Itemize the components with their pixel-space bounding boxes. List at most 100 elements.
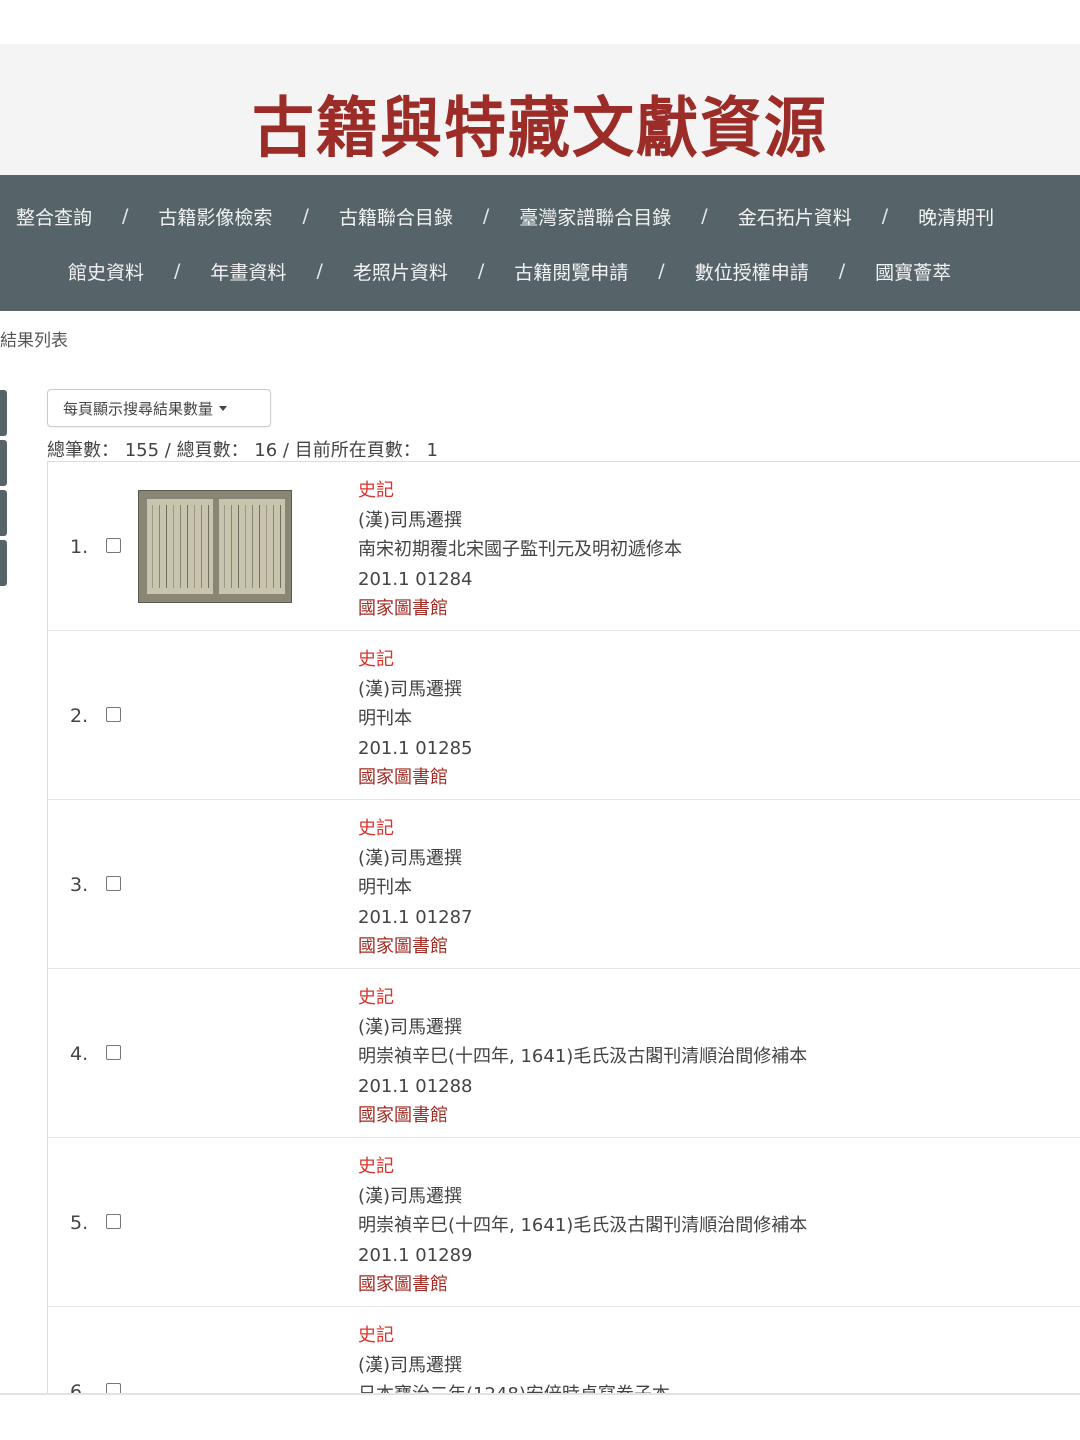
thumbnail-text-column xyxy=(273,505,274,588)
result-title[interactable]: 史記 xyxy=(358,645,473,675)
side-tab[interactable] xyxy=(0,490,7,536)
results-list: 1. 史記 (漢)司馬遷撰 南宋初期覆北宋國子監刊元及明初遞修本 201.1 01284… xyxy=(47,461,1080,1401)
thumbnail-text-column xyxy=(238,505,239,588)
result-index: 4. xyxy=(70,1043,89,1065)
nav-separator: / xyxy=(881,205,889,227)
thumbnail-text-column xyxy=(208,505,209,588)
result-meta: 史記 (漢)司馬遷撰 明崇禎辛巳(十四年, 1641)毛氏汲古閣刊清順治間修補本 20… xyxy=(358,1152,807,1300)
page-size-label: 每頁顯示搜尋結果數量 xyxy=(63,399,214,418)
result-call-number: 201.1 01285 xyxy=(358,737,473,759)
main-nav: 整合查詢 / 古籍影像檢索 / 古籍聯合目錄 / 臺灣家譜聯合目錄 / 金石拓片資料 / 晚清期刊 … xyxy=(0,175,1080,311)
result-library[interactable]: 國家圖書館 xyxy=(358,932,473,962)
thumbnail-text-column xyxy=(245,505,246,588)
result-stats: 總筆數： 155 / 總頁數： 16 / 目前所在頁數： 1 xyxy=(47,440,438,461)
result-author: (漢)司馬遷撰 xyxy=(358,509,463,531)
thumbnail-page xyxy=(219,499,285,594)
nav-separator: / xyxy=(658,260,665,282)
nav-item[interactable]: 金石拓片資料 xyxy=(738,203,852,230)
result-title[interactable]: 史記 xyxy=(358,983,807,1013)
thumbnail-text-column xyxy=(231,505,232,588)
result-meta: 史記(漢)司馬遷撰日本寶治二年(1248)安倍時貞寫卷子本 xyxy=(358,1321,670,1401)
nav-item[interactable]: 老照片資料 xyxy=(353,258,448,285)
nav-item[interactable]: 年畫資料 xyxy=(210,258,286,285)
side-tab[interactable] xyxy=(0,390,7,436)
result-index: 5. xyxy=(70,1212,89,1234)
thumbnail-text-column xyxy=(194,505,195,588)
site-banner: 古籍與特藏文獻資源 xyxy=(0,44,1080,175)
thumbnail-text-column xyxy=(259,505,260,588)
thumbnail-text-column xyxy=(173,505,174,588)
thumbnail-text-column xyxy=(180,505,181,588)
side-tab[interactable] xyxy=(0,440,7,486)
nav-item[interactable]: 臺灣家譜聯合目錄 xyxy=(519,203,671,230)
result-checkbox[interactable] xyxy=(106,876,121,891)
thumbnail-text-column xyxy=(159,505,160,588)
nav-item[interactable]: 館史資料 xyxy=(68,258,144,285)
breadcrumb: 結果列表 xyxy=(0,331,68,351)
nav-row-1: 整合查詢 / 古籍影像檢索 / 古籍聯合目錄 / 臺灣家譜聯合目錄 / 金石拓片資料 / 晚清期刊 xyxy=(16,196,994,236)
result-meta: 史記 (漢)司馬遷撰 南宋初期覆北宋國子監刊元及明初遞修本 201.1 01284 國家… xyxy=(358,476,682,624)
result-row: 5. 史記 (漢)司馬遷撰 明崇禎辛巳(十四年, 1641)毛氏汲古閣刊清順治間修補本… xyxy=(48,1138,1080,1307)
result-author: (漢)司馬遷撰 xyxy=(358,1354,463,1376)
result-meta: 史記 (漢)司馬遷撰明崇禎辛巳(十四年, 1641)毛氏汲古閣刊清順治間修補本 20… xyxy=(358,983,807,1131)
nav-item[interactable]: 古籍影像檢索 xyxy=(158,203,272,230)
result-edition: 明崇禎辛巳(十四年, 1641)毛氏汲古閣刊清順治間修補本 xyxy=(358,1215,808,1236)
site-title[interactable]: 古籍與特藏文獻資源 xyxy=(252,75,828,170)
result-index: 1. xyxy=(70,536,89,558)
side-tabs xyxy=(0,390,7,590)
nav-item[interactable]: 整合查詢 xyxy=(16,203,92,230)
result-library[interactable]: 國家圖書館 xyxy=(358,763,473,793)
nav-item[interactable]: 國寶薈萃 xyxy=(875,258,951,285)
thumbnail-text-column xyxy=(224,505,225,588)
nav-item[interactable]: 古籍閱覽申請 xyxy=(514,258,628,285)
thumbnail-text-column xyxy=(266,505,267,588)
page-size-dropdown[interactable]: 每頁顯示搜尋結果數量 xyxy=(47,389,271,427)
thumbnail-text-column xyxy=(187,505,188,588)
nav-item[interactable]: 數位授權申請 xyxy=(695,258,809,285)
result-row: 6.史記(漢)司馬遷撰日本寶治二年(1248)安倍時貞寫卷子本 xyxy=(48,1307,1080,1401)
book-thumbnail[interactable] xyxy=(138,490,292,603)
result-call-number: 201.1 01288 xyxy=(358,1075,473,1097)
result-library[interactable]: 國家圖書館 xyxy=(358,594,682,624)
nav-separator: / xyxy=(174,260,181,282)
nav-separator: / xyxy=(701,205,708,227)
result-edition: 明崇禎辛巳(十四年, 1641)毛氏汲古閣刊清順治間修補本 xyxy=(358,1046,808,1067)
result-meta: 史記 (漢)司馬遷撰 明刊本 201.1 01285 國家圖書館 xyxy=(358,645,473,793)
nav-row-2: 館史資料 / 年畫資料 / 老照片資料 / 古籍閱覽申請 / 數位授權申請 / 國寶薈萃 xyxy=(68,251,951,291)
result-library[interactable]: 國家圖書館 xyxy=(358,1270,807,1300)
thumbnail-text-column xyxy=(201,505,202,588)
result-row: 1. 史記 (漢)司馬遷撰 南宋初期覆北宋國子監刊元及明初遞修本 201.1 01284… xyxy=(48,462,1080,631)
result-author: (漢)司馬遷撰 xyxy=(358,1016,463,1038)
result-title[interactable]: 史記 xyxy=(358,1321,670,1351)
nav-item[interactable]: 晚清期刊 xyxy=(918,203,994,230)
thumbnail-text-column xyxy=(152,505,153,588)
result-row: 3. 史記 (漢)司馬遷撰 明刊本 201.1 01287 國家圖書館 xyxy=(48,800,1080,969)
result-checkbox[interactable] xyxy=(106,1045,121,1060)
nav-separator: / xyxy=(838,260,846,282)
result-meta: 史記 (漢)司馬遷撰 明刊本 201.1 01287 國家圖書館 xyxy=(358,814,473,962)
result-row: 2. 史記 (漢)司馬遷撰 明刊本 201.1 01285 國家圖書館 xyxy=(48,631,1080,800)
nav-item[interactable]: 古籍聯合目錄 xyxy=(339,203,453,230)
result-checkbox[interactable] xyxy=(106,1214,121,1229)
nav-separator: / xyxy=(482,205,490,227)
result-title[interactable]: 史記 xyxy=(358,1152,807,1182)
result-call-number: 201.1 01289 xyxy=(358,1244,473,1266)
nav-separator: / xyxy=(302,205,309,227)
thumbnail-text-column xyxy=(166,505,167,588)
result-row: 4. 史記 (漢)司馬遷撰明崇禎辛巳(十四年, 1641)毛氏汲古閣刊清順治間修補本… xyxy=(48,969,1080,1138)
side-tab[interactable] xyxy=(0,540,7,586)
result-title[interactable]: 史記 xyxy=(358,814,473,844)
result-author: (漢)司馬遷撰 xyxy=(358,847,463,869)
bottom-strip xyxy=(0,1395,1080,1440)
result-call-number: 201.1 01287 xyxy=(358,906,473,928)
nav-separator: / xyxy=(316,260,323,282)
result-title[interactable]: 史記 xyxy=(358,476,682,506)
result-library[interactable]: 國家圖書館 xyxy=(358,1101,807,1131)
nav-separator: / xyxy=(477,260,485,282)
result-checkbox[interactable] xyxy=(106,707,121,722)
thumbnail-page xyxy=(147,499,213,594)
result-index: 2. xyxy=(70,705,89,727)
top-strip xyxy=(0,0,1080,44)
nav-separator: / xyxy=(122,205,129,227)
result-checkbox[interactable] xyxy=(106,538,121,553)
